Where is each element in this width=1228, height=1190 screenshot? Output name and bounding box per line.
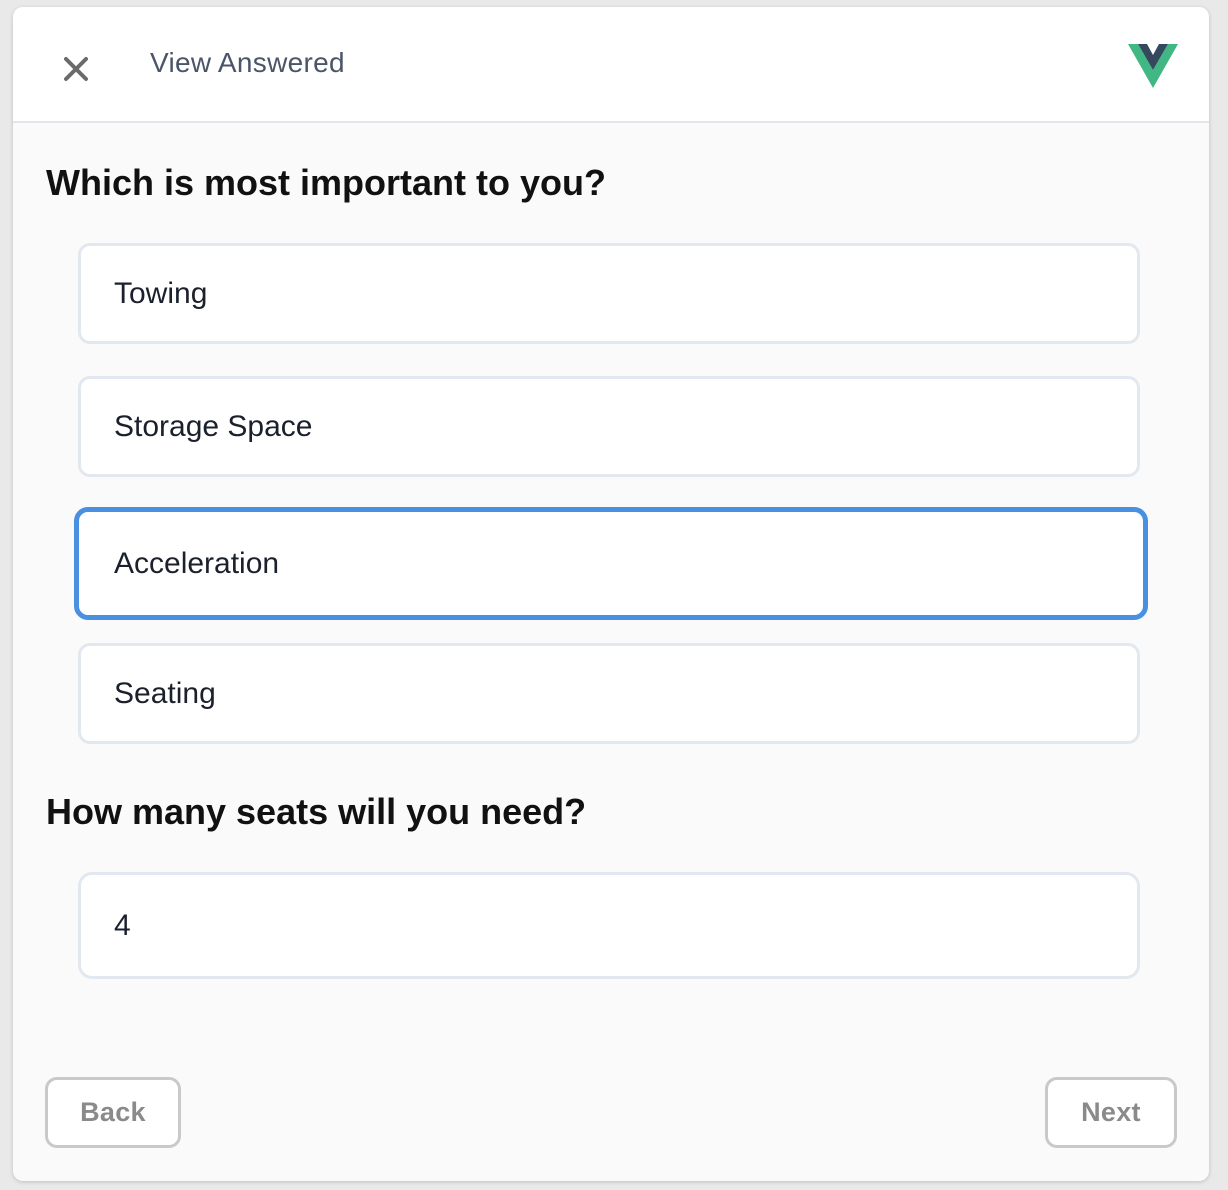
quiz-card: View Answered Which is most important to… — [13, 7, 1209, 1181]
next-button[interactable]: Next — [1045, 1077, 1177, 1148]
question-title-seats: How many seats will you need? — [46, 791, 587, 832]
question-title-importance: Which is most important to you? — [46, 162, 606, 203]
option-towing[interactable]: Towing — [78, 243, 1140, 344]
close-button[interactable] — [60, 53, 92, 85]
option-label: Acceleration — [114, 546, 280, 580]
option-label: Towing — [114, 276, 208, 310]
header-title: View Answered — [150, 47, 345, 78]
option-seating[interactable]: Seating — [78, 643, 1140, 744]
header-bar: View Answered — [13, 7, 1209, 123]
seats-input[interactable]: 4 — [78, 872, 1140, 979]
back-button[interactable]: Back — [45, 1077, 181, 1148]
option-acceleration[interactable]: Acceleration — [74, 507, 1148, 620]
close-icon — [60, 53, 92, 85]
vue-logo-icon — [1128, 44, 1178, 88]
seats-value: 4 — [114, 908, 131, 942]
option-label: Storage Space — [114, 409, 313, 443]
option-storage-space[interactable]: Storage Space — [78, 376, 1140, 477]
option-label: Seating — [114, 676, 216, 710]
